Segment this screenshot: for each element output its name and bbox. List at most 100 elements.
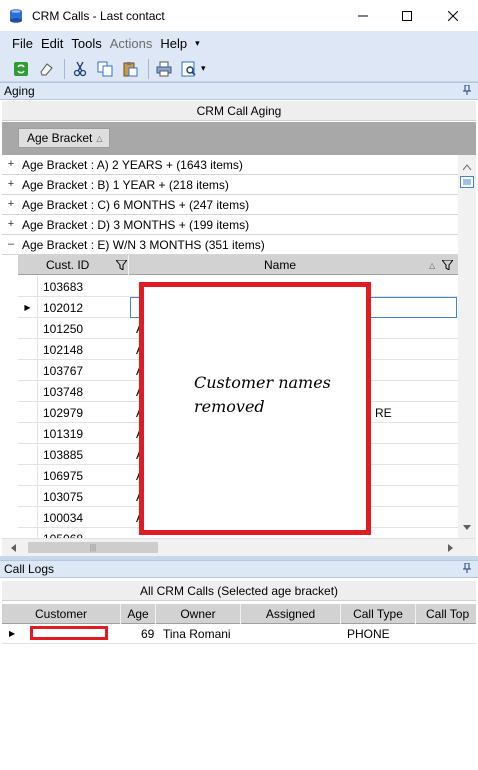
age-cell: 69 — [141, 627, 155, 641]
app-icon — [10, 8, 22, 23]
cust-id-cell: 101319 — [43, 427, 84, 441]
group-row[interactable]: + Age Bracket : A) 2 YEARS + (1643 items) — [2, 155, 458, 175]
column-header-call-type[interactable]: Call Type — [341, 604, 416, 624]
maximize-icon — [402, 10, 412, 21]
column-header-owner[interactable]: Owner — [156, 604, 241, 624]
close-button[interactable] — [430, 0, 476, 31]
redaction-box: Customer names removed — [139, 282, 371, 535]
row-indicator — [18, 402, 38, 423]
expand-icon[interactable]: + — [6, 199, 16, 210]
column-header-call-topic[interactable]: Call Top — [416, 604, 476, 624]
row-indicator — [18, 360, 38, 381]
print-preview-icon — [181, 61, 196, 76]
copy-icon — [97, 61, 113, 76]
row-indicator — [18, 423, 38, 444]
group-label: Age Bracket : D) 3 MONTHS + (199 items) — [22, 217, 250, 232]
current-row-icon: ▶ — [9, 629, 16, 638]
cust-id-cell: 103683 — [43, 280, 84, 294]
cust-id-cell: 103885 — [43, 448, 84, 462]
vertical-scrollbar[interactable] — [458, 155, 476, 538]
paste-button[interactable] — [119, 58, 141, 80]
cust-id-cell: 106975 — [43, 469, 84, 483]
cust-id-cell: 103075 — [43, 490, 84, 504]
aging-panel-label: Aging — [4, 84, 35, 98]
print-preview-button[interactable] — [178, 58, 200, 80]
print-button[interactable] — [153, 58, 175, 80]
expand-icon[interactable]: + — [6, 159, 16, 170]
group-by-chip-label: Age Bracket — [27, 131, 93, 145]
call-logs-panel-title: Call Logs — [0, 560, 478, 578]
cust-id-cell: 100034 — [43, 511, 84, 525]
print-icon — [156, 61, 172, 76]
refresh-icon — [14, 61, 28, 76]
pin-icon[interactable] — [463, 85, 471, 95]
menu-file[interactable]: File — [12, 36, 33, 51]
cust-id-cell: 102012 — [43, 301, 84, 315]
call-logs-header: Customer Age Owner Assigned Call Type Ca… — [2, 604, 476, 624]
group-row[interactable]: + Age Bracket : B) 1 YEAR + (218 items) — [2, 175, 458, 195]
call-logs-panel-label: Call Logs — [4, 562, 55, 576]
call-log-row[interactable]: ▶ 69 Tina Romani PHONE — [2, 624, 476, 644]
row-indicator — [18, 486, 38, 507]
paste-icon — [123, 61, 138, 76]
minimize-button[interactable] — [340, 0, 386, 31]
group-label: Age Bracket : E) W/N 3 MONTHS (351 items… — [22, 237, 265, 252]
filter-icon[interactable] — [442, 260, 453, 270]
horizontal-scrollbar[interactable]: ||| — [2, 538, 476, 556]
clear-button[interactable] — [35, 58, 57, 80]
sort-ascending-icon: △ — [429, 260, 436, 270]
column-header-assigned[interactable]: Assigned — [241, 604, 341, 624]
filter-icon[interactable] — [116, 260, 127, 270]
group-row[interactable]: + Age Bracket : D) 3 MONTHS + (199 items) — [2, 215, 458, 235]
expand-icon[interactable]: + — [6, 219, 16, 230]
cust-id-cell: 102148 — [43, 343, 84, 357]
group-row[interactable]: + Age Bracket : C) 6 MONTHS + (247 items) — [2, 195, 458, 215]
row-indicator — [18, 465, 38, 486]
scroll-thumb[interactable]: ||| — [28, 542, 158, 553]
copy-button[interactable] — [94, 58, 116, 80]
maximize-button[interactable] — [384, 0, 430, 31]
row-indicator — [18, 339, 38, 360]
menu-overflow-icon[interactable]: ▾ — [195, 38, 200, 49]
refresh-button[interactable] — [10, 58, 32, 80]
redaction-note: Customer names removed — [194, 373, 331, 416]
menu-edit[interactable]: Edit — [41, 36, 63, 51]
group-by-panel: Age Bracket △ — [2, 122, 476, 155]
row-indicator — [18, 318, 38, 339]
group-label: Age Bracket : C) 6 MONTHS + (247 items) — [22, 197, 250, 212]
column-header-age[interactable]: Age — [121, 604, 156, 624]
group-label: Age Bracket : A) 2 YEARS + (1643 items) — [22, 157, 243, 172]
column-header-name[interactable]: Name — [264, 255, 296, 275]
scroll-left-icon[interactable] — [10, 543, 18, 553]
cust-id-cell: 101250 — [43, 322, 84, 336]
group-by-chip[interactable]: Age Bracket △ — [18, 128, 110, 148]
menu-tools[interactable]: Tools — [71, 36, 101, 51]
scroll-down-icon[interactable] — [462, 524, 472, 532]
scroll-thumb-icon[interactable] — [460, 176, 474, 188]
pin-icon[interactable] — [463, 563, 471, 573]
menu-actions[interactable]: Actions — [110, 36, 153, 51]
cust-id-cell: 103748 — [43, 385, 84, 399]
column-divider — [128, 255, 129, 275]
group-rows: + Age Bracket : A) 2 YEARS + (1643 items)… — [2, 155, 458, 255]
scroll-right-icon[interactable] — [446, 543, 454, 553]
cut-button[interactable] — [69, 58, 91, 80]
scroll-up-icon[interactable] — [462, 163, 472, 171]
close-icon — [448, 10, 458, 21]
row-indicator — [18, 507, 38, 528]
dropdown-arrow-icon[interactable]: ▾ — [201, 63, 206, 74]
group-row-expanded[interactable]: – Age Bracket : E) W/N 3 MONTHS (351 item… — [2, 235, 458, 255]
group-label: Age Bracket : B) 1 YEAR + (218 items) — [22, 177, 229, 192]
column-header-customer[interactable]: Customer — [2, 604, 121, 624]
expand-icon[interactable]: + — [6, 179, 16, 190]
column-header-cust-id[interactable]: Cust. ID — [46, 255, 89, 275]
row-indicator — [18, 276, 38, 297]
collapse-icon[interactable]: – — [6, 239, 16, 250]
inner-grid-header: Cust. ID Name △ — [18, 255, 458, 275]
row-indicator — [18, 381, 38, 402]
menu-help[interactable]: Help — [160, 36, 187, 51]
row-indicator — [18, 528, 38, 538]
cust-id-cell: 102979 — [43, 406, 84, 420]
title-bar: CRM Calls - Last contact — [0, 0, 478, 31]
cust-id-cell: 103767 — [43, 364, 84, 378]
